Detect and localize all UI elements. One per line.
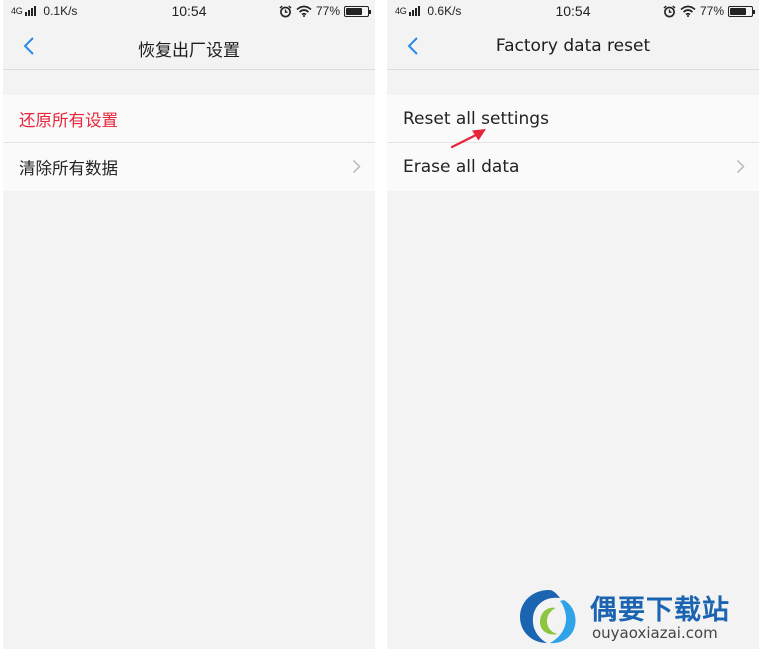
erase-all-data-item[interactable]: 清除所有数据: [3, 143, 375, 191]
battery-icon: [344, 5, 371, 17]
status-bar: 4G 0.6K/s 10:54 77%: [387, 0, 759, 22]
site-logo-icon: [520, 590, 576, 644]
battery-percent: 77%: [315, 4, 340, 18]
annotation-arrow-icon: [450, 129, 486, 149]
reset-all-settings-label: 还原所有设置: [19, 110, 118, 130]
watermark-site-name: 偶要下载站: [590, 595, 730, 626]
page-title: Factory data reset: [495, 36, 651, 56]
battery-icon: [728, 5, 755, 17]
chevron-right-icon: [736, 159, 745, 174]
title-bar: Factory data reset: [387, 22, 759, 70]
page-title: 恢复出厂设置: [138, 41, 240, 61]
title-bar: 恢复出厂设置: [3, 22, 375, 70]
settings-list: Reset all settings Erase all data: [387, 95, 759, 191]
battery-percent: 77%: [699, 4, 724, 18]
wifi-icon: [296, 5, 312, 17]
settings-list: 还原所有设置 清除所有数据: [3, 95, 375, 191]
erase-all-data-item[interactable]: Erase all data: [387, 143, 759, 191]
alarm-icon: [663, 4, 676, 17]
phone-screen-chinese: 4G 0.1K/s 10:54 77% 恢复出厂设置 还原所有设置 清除所有数据: [3, 0, 375, 649]
reset-all-settings-item[interactable]: 还原所有设置: [3, 95, 375, 143]
erase-all-data-label: Erase all data: [403, 157, 520, 177]
status-bar: 4G 0.1K/s 10:54 77%: [3, 0, 375, 22]
reset-all-settings-item[interactable]: Reset all settings: [387, 95, 759, 143]
alarm-icon: [279, 4, 292, 17]
erase-all-data-label: 清除所有数据: [19, 159, 118, 178]
phone-screen-english: 4G 0.6K/s 10:54 77% Factory data reset R…: [387, 0, 759, 649]
site-watermark: 偶要下载站 ouyaoxiazai.com: [516, 586, 756, 646]
chevron-right-icon: [352, 159, 361, 174]
wifi-icon: [680, 5, 696, 17]
watermark-url: ouyaoxiazai.com: [592, 624, 718, 642]
